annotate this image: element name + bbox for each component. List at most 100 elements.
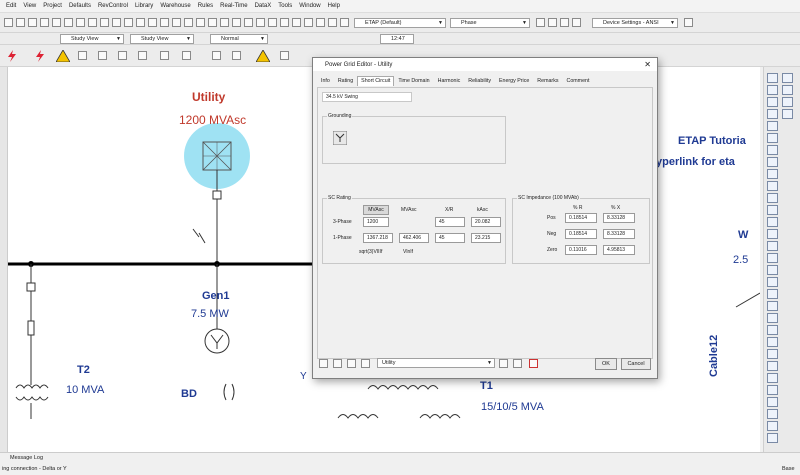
zoom-in-icon[interactable] [100,18,109,27]
menu-item[interactable]: Warehouse [160,3,190,9]
capacitor-icon[interactable] [767,205,778,215]
zero-x-input[interactable]: 4.95813 [603,245,635,255]
transformer-icon[interactable] [767,97,778,107]
tab-energy-price[interactable]: Energy Price [495,76,533,86]
kasc-1phase-input[interactable]: 23.215 [471,233,501,243]
edit-icon[interactable] [548,18,557,27]
paste-icon[interactable] [76,18,85,27]
protection-icon[interactable] [138,51,147,60]
table-icon[interactable] [280,18,289,27]
menu-item[interactable]: Window [299,3,320,9]
menu-item[interactable]: Defaults [69,3,91,9]
meter-icon[interactable] [767,301,778,311]
generator-icon[interactable] [204,328,230,354]
battery-icon[interactable] [767,337,778,347]
ct-icon[interactable] [767,277,778,287]
panel-icon[interactable] [767,421,778,431]
transformer-t2-secondary[interactable] [15,396,49,401]
zoom-fit-icon[interactable] [124,18,133,27]
layers-icon[interactable] [256,18,265,27]
prev-record-icon[interactable] [333,359,342,368]
tab-rating[interactable]: Rating [334,76,357,86]
message-log-label[interactable]: Message Log [10,455,43,461]
tab-short-circuit[interactable]: Short Circuit [357,76,395,86]
revision-icon[interactable] [560,18,569,27]
left-panel-strip[interactable] [0,67,8,452]
ground-grid-icon[interactable] [182,51,191,60]
transformer-t1-tertiary[interactable] [419,414,461,419]
chart-icon[interactable] [268,18,277,27]
find-icon[interactable] [136,18,145,27]
mvasc2-1phase-input[interactable]: 462.406 [399,233,429,243]
check-icon[interactable] [172,18,181,27]
print-icon[interactable] [40,18,49,27]
project-dropdown[interactable]: ETAP (Default) ▼ [354,18,446,28]
neg-x-input[interactable]: 8.33128 [603,229,635,239]
composite-icon[interactable] [767,373,778,383]
wind-icon[interactable] [767,361,778,371]
bus-icon[interactable] [767,85,778,95]
menu-item[interactable]: Real-Time [220,3,247,9]
filter-icon[interactable] [767,217,778,227]
hyperlink-text[interactable]: yperlink for eta [656,156,735,168]
transformer-t2-primary[interactable] [15,384,49,389]
tutorial-link[interactable]: ETAP Tutoria [678,135,746,147]
pos-r-input[interactable]: 0.18514 [565,213,597,223]
p-icon[interactable] [212,51,221,60]
grounding-icon[interactable] [333,131,347,145]
phase-dropdown[interactable]: Phase ▼ [450,18,530,28]
study-view-dropdown-2[interactable]: Study View ▼ [130,34,194,44]
next-record-icon[interactable] [347,359,356,368]
save-icon[interactable] [28,18,37,27]
mvasc-3phase-input[interactable]: 1200 [363,217,389,227]
kasc-3phase-input[interactable]: 20.082 [471,217,501,227]
menu-item[interactable]: View [23,3,36,9]
mcc-icon[interactable] [767,409,778,419]
harmonic-icon[interactable] [98,51,107,60]
report-icon[interactable] [232,18,241,27]
short-circuit-icon[interactable] [34,50,46,62]
bd-symbol-icon[interactable] [223,383,235,401]
breaker-utility-icon[interactable] [212,190,222,200]
fuse-icon[interactable] [27,320,35,336]
cancel-button[interactable]: Cancel [621,358,651,370]
utility-element-icon[interactable] [767,157,778,167]
dialog-titlebar[interactable]: Power Grid Editor - Utility ✕ [313,58,657,71]
tab-comment[interactable]: Comment [563,76,594,86]
breaker-t2-icon[interactable] [26,282,36,292]
load-icon[interactable] [767,193,778,203]
db-icon[interactable] [304,18,313,27]
refresh-icon[interactable] [220,18,229,27]
reactor-icon[interactable] [767,145,778,155]
xr-1phase-input[interactable]: 45 [435,233,465,243]
pan-icon[interactable] [88,18,97,27]
menu-item[interactable]: RevControl [98,3,128,9]
transformer-t1-primary[interactable] [367,385,439,390]
ground-icon[interactable] [767,313,778,323]
remote-icon[interactable] [767,397,778,407]
generator-element-icon[interactable] [767,169,778,179]
tab-remarks[interactable]: Remarks [533,76,562,86]
menu-item[interactable]: Edit [6,3,16,9]
device-icon[interactable] [684,18,693,27]
dc-icon[interactable] [280,51,289,60]
sld-icon[interactable] [292,18,301,27]
charger-icon[interactable] [782,109,793,119]
config-icon[interactable] [536,18,545,27]
reliability-icon[interactable] [160,51,169,60]
copy-icon[interactable] [64,18,73,27]
library-icon[interactable] [208,18,217,27]
pointer-icon[interactable] [767,73,778,83]
ups-icon[interactable] [782,85,793,95]
time-field[interactable]: 12:47 [380,34,414,44]
theme-icon[interactable] [196,18,205,27]
tab-reliability[interactable]: Reliability [464,76,495,86]
first-record-icon[interactable] [319,359,328,368]
tools-icon[interactable] [244,18,253,27]
mode-dropdown[interactable]: Normal ▼ [210,34,268,44]
grid-icon[interactable] [160,18,169,27]
tab-time-domain[interactable]: Time Domain [394,76,433,86]
zero-r-input[interactable]: 0.11016 [565,245,597,255]
motor-start-icon[interactable] [78,51,87,60]
motor-icon[interactable] [767,181,778,191]
